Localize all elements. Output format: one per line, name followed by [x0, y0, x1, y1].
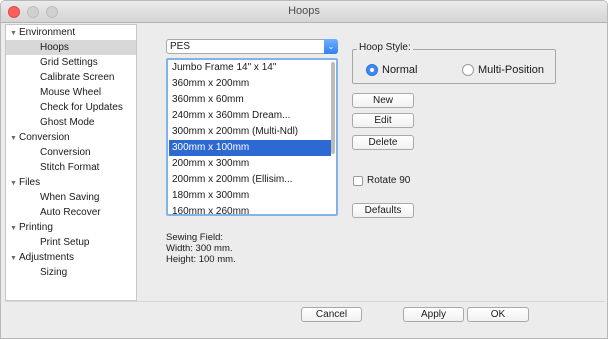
list-item[interactable]: 160mm x 260mm — [169, 204, 331, 214]
list-item[interactable]: 240mm x 360mm Dream... — [169, 108, 331, 124]
scroll-thumb[interactable] — [331, 62, 335, 154]
sidebar-item-check-for-updates[interactable]: Check for Updates — [6, 100, 136, 115]
sidebar-group-environment[interactable]: ▼ Environment — [6, 25, 136, 40]
sidebar-group-conversion[interactable]: ▼ Conversion — [6, 130, 136, 145]
defaults-button[interactable]: Defaults — [352, 203, 414, 218]
sidebar-item-stitch-format[interactable]: Stitch Format — [6, 160, 136, 175]
sidebar-item-calibrate-screen[interactable]: Calibrate Screen — [6, 70, 136, 85]
list-item[interactable]: 360mm x 60mm — [169, 92, 331, 108]
chevron-down-icon[interactable]: ⌄ — [324, 39, 338, 54]
sidebar-group-printing[interactable]: ▼ Printing — [6, 220, 136, 235]
list-item[interactable]: Jumbo Frame 14" x 14" — [169, 60, 331, 76]
sewing-field-heading: Sewing Field: — [166, 232, 224, 243]
disclosure-triangle-icon[interactable]: ▼ — [10, 26, 19, 41]
preferences-window: Hoops ▼ Environment Hoops Grid Settings C… — [0, 0, 608, 339]
normal-radio-label[interactable]: Normal — [382, 64, 417, 76]
list-item-selected[interactable]: 300mm x 100mm — [169, 140, 331, 156]
cancel-button[interactable]: Cancel — [301, 307, 362, 322]
list-item[interactable]: 200mm x 300mm — [169, 156, 331, 172]
new-button[interactable]: New — [352, 93, 414, 108]
sidebar-item-sizing[interactable]: Sizing — [6, 265, 136, 280]
edit-button[interactable]: Edit — [352, 113, 414, 128]
sewing-field-width: Width: 300 mm. — [166, 243, 233, 254]
disclosure-triangle-icon[interactable]: ▼ — [10, 221, 19, 236]
disclosure-triangle-icon[interactable]: ▼ — [10, 131, 19, 146]
hoop-list[interactable]: Jumbo Frame 14" x 14" 360mm x 200mm 360m… — [166, 58, 338, 216]
sewing-field-height: Height: 100 mm. — [166, 254, 236, 265]
sidebar-item-auto-recover[interactable]: Auto Recover — [6, 205, 136, 220]
disclosure-triangle-icon[interactable]: ▼ — [10, 251, 19, 266]
format-select[interactable]: PES ⌄ — [166, 39, 338, 54]
sidebar-item-when-saving[interactable]: When Saving — [6, 190, 136, 205]
list-item[interactable]: 180mm x 300mm — [169, 188, 331, 204]
multi-position-radio[interactable] — [462, 64, 474, 76]
rotate-90-label[interactable]: Rotate 90 — [367, 175, 410, 186]
sidebar-item-grid-settings[interactable]: Grid Settings — [6, 55, 136, 70]
multi-position-radio-label[interactable]: Multi-Position — [478, 64, 544, 76]
sidebar-item-ghost-mode[interactable]: Ghost Mode — [6, 115, 136, 130]
list-item[interactable]: 300mm x 200mm (Multi-Ndl) — [169, 124, 331, 140]
title-bar: Hoops — [1, 1, 607, 23]
sidebar-item-conversion[interactable]: Conversion — [6, 145, 136, 160]
disclosure-triangle-icon[interactable]: ▼ — [10, 176, 19, 191]
sidebar-item-print-setup[interactable]: Print Setup — [6, 235, 136, 250]
sidebar: ▼ Environment Hoops Grid Settings Calibra… — [5, 24, 137, 301]
sidebar-item-hoops[interactable]: Hoops — [6, 40, 136, 55]
apply-button[interactable]: Apply — [403, 307, 464, 322]
sidebar-item-mouse-wheel[interactable]: Mouse Wheel — [6, 85, 136, 100]
window-title: Hoops — [288, 5, 320, 17]
list-scrollbar[interactable] — [331, 62, 335, 212]
normal-radio[interactable] — [366, 64, 378, 76]
rotate-90-checkbox[interactable] — [353, 176, 363, 186]
list-item[interactable]: 200mm x 200mm (Ellisim... — [169, 172, 331, 188]
sidebar-group-adjustments[interactable]: ▼ Adjustments — [6, 250, 136, 265]
footer-divider — [5, 301, 605, 302]
list-item[interactable]: 360mm x 200mm — [169, 76, 331, 92]
sidebar-group-files[interactable]: ▼ Files — [6, 175, 136, 190]
ok-button[interactable]: OK — [467, 307, 529, 322]
hoop-style-label: Hoop Style: — [357, 42, 413, 53]
delete-button[interactable]: Delete — [352, 135, 414, 150]
format-select-value: PES — [170, 41, 191, 52]
